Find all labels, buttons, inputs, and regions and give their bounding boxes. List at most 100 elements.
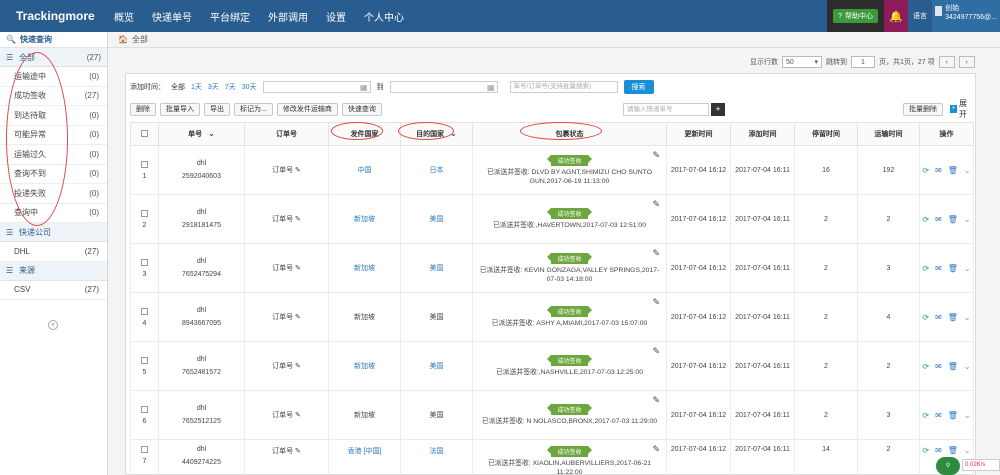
nav-api[interactable]: 外部调用 [259,9,317,24]
edit-note-icon[interactable]: ✎ [652,150,660,161]
bulk-import-button[interactable]: 批量导入 [160,102,200,116]
chevron-down-icon[interactable]: ⌄ [964,215,971,224]
refresh-icon[interactable]: ⟳ [922,313,929,322]
nav-settings[interactable]: 设置 [317,9,355,24]
collapse-sidebar-icon[interactable]: « [48,320,58,330]
tracking-number[interactable]: 4409274225 [159,459,244,466]
refresh-icon[interactable]: ⟳ [922,411,929,420]
trash-icon[interactable]: 🗑 [948,362,958,371]
chevron-down-icon[interactable]: ⌄ [964,362,971,371]
sidebar-group-carrier[interactable]: ☰ 快递公司 [0,223,107,242]
trash-icon[interactable]: 🗑 [948,264,958,273]
order-cell[interactable]: 订单号 ✎ [244,145,329,195]
origin-country[interactable]: 新加坡 [354,265,375,272]
home-icon[interactable]: 🏠 [118,35,128,44]
prev-page-icon[interactable]: ‹ [938,56,955,68]
filter-3day[interactable]: 3天 [208,82,219,92]
delete-button[interactable]: 删除 [130,102,156,116]
sidebar-item-expired[interactable]: 运输过久 (0) [0,145,107,165]
quick-tracking-input[interactable]: 请输入快递单号 [623,102,709,116]
refresh-icon[interactable]: ⟳ [922,264,929,273]
sidebar-item-pending[interactable]: 查询中 (0) [0,204,107,223]
origin-country[interactable]: 新加坡 [354,412,375,419]
destination-country[interactable]: 美国 [430,216,444,223]
mark-as-button[interactable]: 标记为... [234,102,273,116]
nav-overview[interactable]: 概览 [105,9,143,24]
destination-country[interactable]: 美国 [430,314,444,321]
comment-icon[interactable]: ✉ [935,264,942,273]
order-cell[interactable]: 订单号 ✎ [244,194,329,244]
refresh-icon[interactable]: ⟳ [922,215,929,224]
comment-icon[interactable]: ✉ [935,446,942,455]
nav-tracking[interactable]: 快递单号 [143,9,201,24]
row-checkbox[interactable] [141,258,148,266]
pencil-icon[interactable]: ✎ [295,448,301,455]
next-page-icon[interactable]: › [958,56,975,68]
tracking-number[interactable]: 2592040603 [159,173,244,180]
date-to-input[interactable] [389,81,498,93]
breadcrumb-current[interactable]: 全部 [132,34,148,45]
sidebar-item-dhl[interactable]: DHL (27) [0,242,107,262]
chevron-down-icon[interactable]: ⌄ [964,411,971,420]
sidebar-item-in-transit[interactable]: 运输途中 (0) [0,67,107,87]
help-button[interactable]: ? 帮助中心 [833,9,878,23]
header-updated[interactable]: 更新时间 [666,122,731,146]
extension-badge[interactable]: ⚲ [936,457,960,475]
expand-button[interactable]: + 展开 [950,98,973,120]
order-cell[interactable]: 订单号 ✎ [244,341,329,391]
add-tracking-button[interactable]: + [711,102,725,116]
sidebar-item-notfound[interactable]: 查询不到 (0) [0,165,107,184]
destination-country[interactable]: 美国 [430,265,444,272]
edit-note-icon[interactable]: ✎ [652,248,660,259]
pencil-icon[interactable]: ✎ [295,363,301,370]
comment-icon[interactable]: ✉ [935,362,942,371]
sidebar-item-exception[interactable]: 可能异常 (0) [0,126,107,145]
refresh-icon[interactable]: ⟳ [922,166,929,175]
order-cell[interactable]: 订单号 ✎ [244,390,329,440]
sidebar-group-source[interactable]: ☰ 来源 [0,261,107,281]
trash-icon[interactable]: 🗑 [948,313,958,322]
tracking-number[interactable]: 7652475294 [159,271,244,278]
origin-country[interactable]: 新加坡 [354,216,375,223]
sidebar-item-pickup[interactable]: 到达待取 (0) [0,106,107,126]
tracking-number[interactable]: 2918181475 [159,222,244,229]
header-transit[interactable]: 运输时间 [857,122,920,146]
pencil-icon[interactable]: ✎ [295,216,301,223]
bulk-delete-button[interactable]: 批量删除 [903,102,943,116]
edit-note-icon[interactable]: ✎ [652,346,660,357]
search-button[interactable]: 搜索 [623,80,654,94]
quick-query-button[interactable]: 快速查询 [341,102,382,116]
header-stay[interactable]: 停留时间 [794,122,858,146]
order-cell[interactable]: 订单号 ✎ [244,439,329,475]
comment-icon[interactable]: ✉ [935,313,942,322]
comment-icon[interactable]: ✉ [935,166,942,175]
chevron-down-icon[interactable]: ⌄ [964,264,971,273]
pencil-icon[interactable]: ✎ [295,265,301,272]
chevron-down-icon[interactable]: ⌄ [964,446,971,455]
edit-note-icon[interactable]: ✎ [652,444,660,455]
edit-note-icon[interactable]: ✎ [652,395,660,406]
sidebar-item-failed[interactable]: 投递失败 (0) [0,184,107,204]
row-checkbox[interactable] [141,209,148,217]
select-all-checkbox[interactable] [130,122,159,146]
destination-country[interactable]: 日本 [430,167,444,174]
sidebar-quick-search[interactable]: 🔍 快速查询 [0,32,107,48]
filter-all[interactable]: 全部 [171,82,185,92]
trash-icon[interactable]: 🗑 [948,215,958,224]
tracking-number[interactable]: 8943667095 [159,320,244,327]
origin-country[interactable]: 新加坡 [354,363,375,370]
sidebar-group-all[interactable]: ☰ 全部 (27) [0,48,107,67]
trash-icon[interactable]: 🗑 [948,166,958,175]
bell-icon[interactable]: 🔔 [884,0,908,32]
refresh-icon[interactable]: ⟳ [922,446,929,455]
edit-carrier-button[interactable]: 修改发件运输商 [276,102,338,116]
header-added[interactable]: 添加时间 [730,122,795,146]
comment-icon[interactable]: ✉ [935,215,942,224]
row-checkbox[interactable] [141,356,148,364]
sidebar-item-csv[interactable]: CSV (27) [0,281,107,300]
search-input[interactable]: 单号/订单号(支持批量搜索) [509,81,618,93]
sidebar-item-delivered[interactable]: 成功签收 (27) [0,87,107,106]
order-cell[interactable]: 订单号 ✎ [244,243,329,293]
filter-30day[interactable]: 30天 [242,82,257,92]
chevron-down-icon[interactable]: ⌄ [964,313,971,322]
